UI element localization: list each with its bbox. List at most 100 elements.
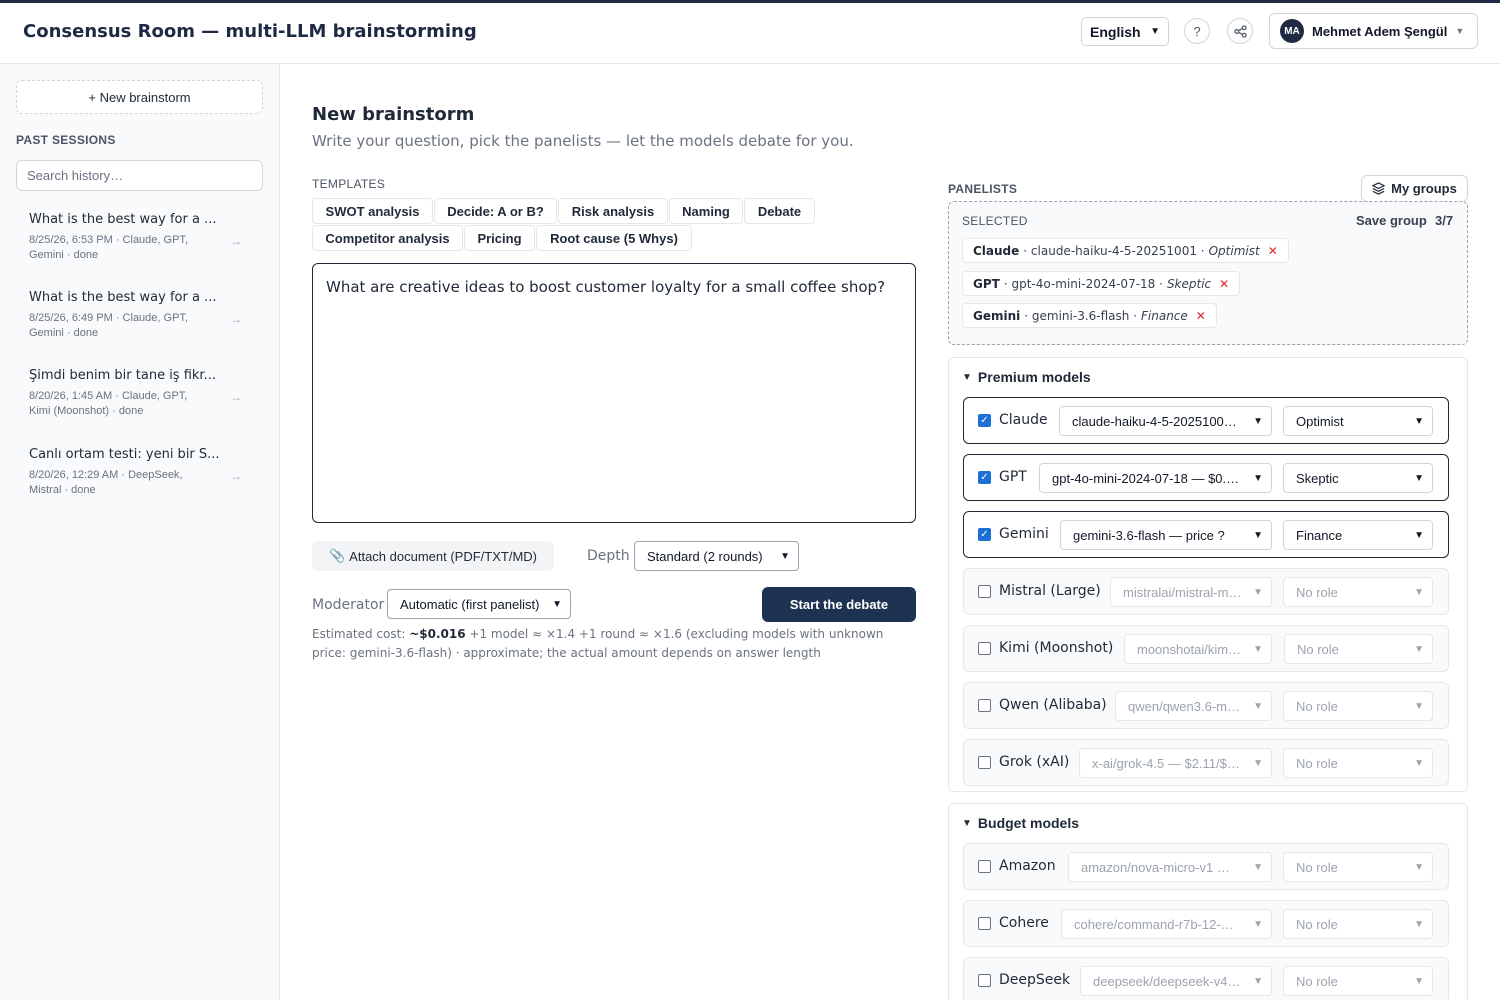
language-select[interactable]: English ▼: [1081, 17, 1169, 46]
model-checkbox[interactable]: [978, 585, 991, 598]
model-row-grok: Grok (xAI) x-ai/grok-4.5 — $2.11/$… ▼ No …: [963, 739, 1449, 786]
help-button[interactable]: ?: [1184, 18, 1210, 44]
start-debate-button[interactable]: Start the debate: [762, 587, 916, 622]
question-input[interactable]: What are creative ideas to boost custome…: [312, 263, 916, 523]
budget-models-group: ▼ Budget models Amazon amazon/nova-micro…: [948, 803, 1468, 1000]
role-value: No role: [1296, 755, 1338, 771]
template-competitor[interactable]: Competitor analysis: [312, 225, 463, 251]
model-version-select[interactable]: amazon/nova-micro-v1 … ▼: [1068, 852, 1272, 882]
new-brainstorm-button[interactable]: + New brainstorm: [16, 80, 263, 114]
chevron-down-icon: ▼: [1253, 586, 1263, 598]
model-checkbox[interactable]: [978, 642, 991, 655]
budget-models-toggle[interactable]: ▼ Budget models: [962, 815, 1079, 831]
role-select[interactable]: No role ▼: [1283, 748, 1433, 778]
role-select[interactable]: Finance ▼: [1283, 520, 1433, 550]
chevron-down-icon: ▼: [1253, 643, 1263, 655]
share-button[interactable]: [1227, 18, 1253, 44]
chevron-down-icon: ▼: [1414, 757, 1424, 769]
model-row-cohere: Cohere cohere/command-r7b-12-… ▼ No role ▼: [963, 900, 1449, 947]
model-checkbox[interactable]: ✓: [978, 471, 991, 484]
past-sessions-heading: PAST SESSIONS: [16, 133, 116, 147]
model-row-deepseek: DeepSeek deepseek/deepseek-v4… ▼ No role ▼: [963, 957, 1449, 1000]
template-root-cause[interactable]: Root cause (5 Whys): [536, 225, 692, 251]
session-item[interactable]: What is the best way for a ... 8/25/26, …: [29, 290, 254, 341]
chevron-down-icon: ▼: [1414, 861, 1424, 873]
templates-heading: TEMPLATES: [312, 177, 386, 191]
role-value: Skeptic: [1296, 470, 1339, 486]
share-icon: [1233, 24, 1247, 38]
my-groups-button[interactable]: My groups: [1361, 175, 1468, 202]
model-version-select[interactable]: mistralai/mistral-m… ▼: [1110, 577, 1272, 607]
template-debate[interactable]: Debate: [744, 198, 815, 224]
session-meta: 8/20/26, 1:45 AM · Claude, GPT, Kimi (Mo…: [29, 390, 188, 417]
model-version-select[interactable]: x-ai/grok-4.5 — $2.11/$… ▼: [1079, 748, 1272, 778]
template-pricing[interactable]: Pricing: [464, 225, 535, 251]
model-version-select[interactable]: claude-haiku-4-5-2025100… ▼: [1059, 406, 1272, 436]
attach-document-button[interactable]: 📎 Attach document (PDF/TXT/MD): [312, 541, 554, 571]
role-select[interactable]: No role ▼: [1283, 852, 1433, 882]
user-menu[interactable]: MA Mehmet Adem Şengül ▼: [1269, 13, 1478, 49]
budget-models-title: Budget models: [977, 815, 1080, 831]
chip-provider: Gemini: [973, 308, 1021, 323]
moderator-select[interactable]: Automatic (first panelist) ▼: [387, 589, 571, 619]
chevron-down-icon: ▼: [1253, 472, 1263, 484]
model-row-gemini: ✓ Gemini gemini-3.6-flash — price ? ▼ Fin…: [963, 511, 1449, 558]
model-name: Kimi (Moonshot): [999, 640, 1114, 656]
role-value: No role: [1296, 698, 1338, 714]
model-version-select[interactable]: gemini-3.6-flash — price ? ▼: [1060, 520, 1272, 550]
role-select[interactable]: No role ▼: [1283, 909, 1433, 939]
model-row-gpt: ✓ GPT gpt-4o-mini-2024-07-18 — $0.… ▼ Ske…: [963, 454, 1449, 501]
model-row-qwen: Qwen (Alibaba) qwen/qwen3.6-m… ▼ No role ▼: [963, 682, 1449, 729]
model-name: GPT: [999, 469, 1027, 485]
remove-icon[interactable]: ✕: [1268, 244, 1278, 258]
role-select[interactable]: No role ▼: [1284, 634, 1433, 664]
remove-icon[interactable]: ✕: [1196, 309, 1206, 323]
model-version-select[interactable]: deepseek/deepseek-v4… ▼: [1080, 966, 1272, 996]
session-title: What is the best way for a ...: [29, 212, 217, 227]
chip-role: Finance: [1141, 308, 1188, 323]
attach-label: Attach document (PDF/TXT/MD): [349, 548, 537, 564]
model-checkbox[interactable]: ✓: [978, 414, 991, 427]
session-item[interactable]: Şimdi benim bir tane iş fikr... 8/20/26,…: [29, 368, 254, 419]
session-meta: 8/20/26, 12:29 AM · DeepSeek, Mistral · …: [29, 469, 183, 496]
role-select[interactable]: Skeptic ▼: [1283, 463, 1433, 493]
model-checkbox[interactable]: [978, 699, 991, 712]
premium-models-toggle[interactable]: ▼ Premium models: [962, 369, 1091, 385]
session-title: Şimdi benim bir tane iş fikr...: [29, 368, 216, 383]
model-checkbox[interactable]: [978, 917, 991, 930]
role-select[interactable]: No role ▼: [1283, 577, 1433, 607]
model-version-select[interactable]: moonshotai/kim… ▼: [1124, 634, 1272, 664]
depth-select[interactable]: Standard (2 rounds) ▼: [634, 541, 799, 571]
model-version-select[interactable]: qwen/qwen3.6-m… ▼: [1115, 691, 1272, 721]
session-item[interactable]: What is the best way for a ... 8/25/26, …: [29, 212, 254, 263]
model-checkbox[interactable]: [978, 860, 991, 873]
model-name: Mistral (Large): [999, 583, 1101, 599]
template-decide[interactable]: Decide: A or B?: [434, 198, 557, 224]
session-item[interactable]: Canlı ortam testi: yeni bir S... 8/20/26…: [29, 447, 254, 498]
template-risk[interactable]: Risk analysis: [558, 198, 668, 224]
selected-chip: Claude · claude-haiku-4-5-20251001 · Opt…: [962, 238, 1289, 263]
role-select[interactable]: No role ▼: [1283, 691, 1433, 721]
chip-role: Optimist: [1208, 243, 1260, 258]
arrow-right-icon: →: [230, 390, 242, 404]
model-checkbox[interactable]: [978, 974, 991, 987]
template-swot[interactable]: SWOT analysis: [312, 198, 433, 224]
moderator-label: Moderator: [312, 597, 385, 613]
model-version-select[interactable]: gpt-4o-mini-2024-07-18 — $0.… ▼: [1039, 463, 1272, 493]
model-checkbox[interactable]: [978, 756, 991, 769]
model-checkbox[interactable]: ✓: [978, 528, 991, 541]
role-select[interactable]: No role ▼: [1283, 966, 1433, 996]
remove-icon[interactable]: ✕: [1219, 277, 1229, 291]
role-value: Optimist: [1296, 413, 1344, 429]
model-version: qwen/qwen3.6-m…: [1128, 698, 1240, 714]
role-value: No role: [1297, 641, 1339, 657]
save-group-button[interactable]: Save group: [1356, 213, 1427, 228]
search-history-input[interactable]: [16, 160, 263, 191]
model-version-select[interactable]: cohere/command-r7b-12-… ▼: [1061, 909, 1272, 939]
chevron-down-icon: ▼: [1150, 26, 1160, 37]
chevron-down-icon: ▼: [1253, 975, 1263, 987]
role-select[interactable]: Optimist ▼: [1283, 406, 1433, 436]
chip-provider: GPT: [973, 276, 1000, 291]
estimated-cost: Estimated cost: ~$0.016 +1 model ≈ ×1.4 …: [312, 625, 912, 663]
template-naming[interactable]: Naming: [669, 198, 743, 224]
